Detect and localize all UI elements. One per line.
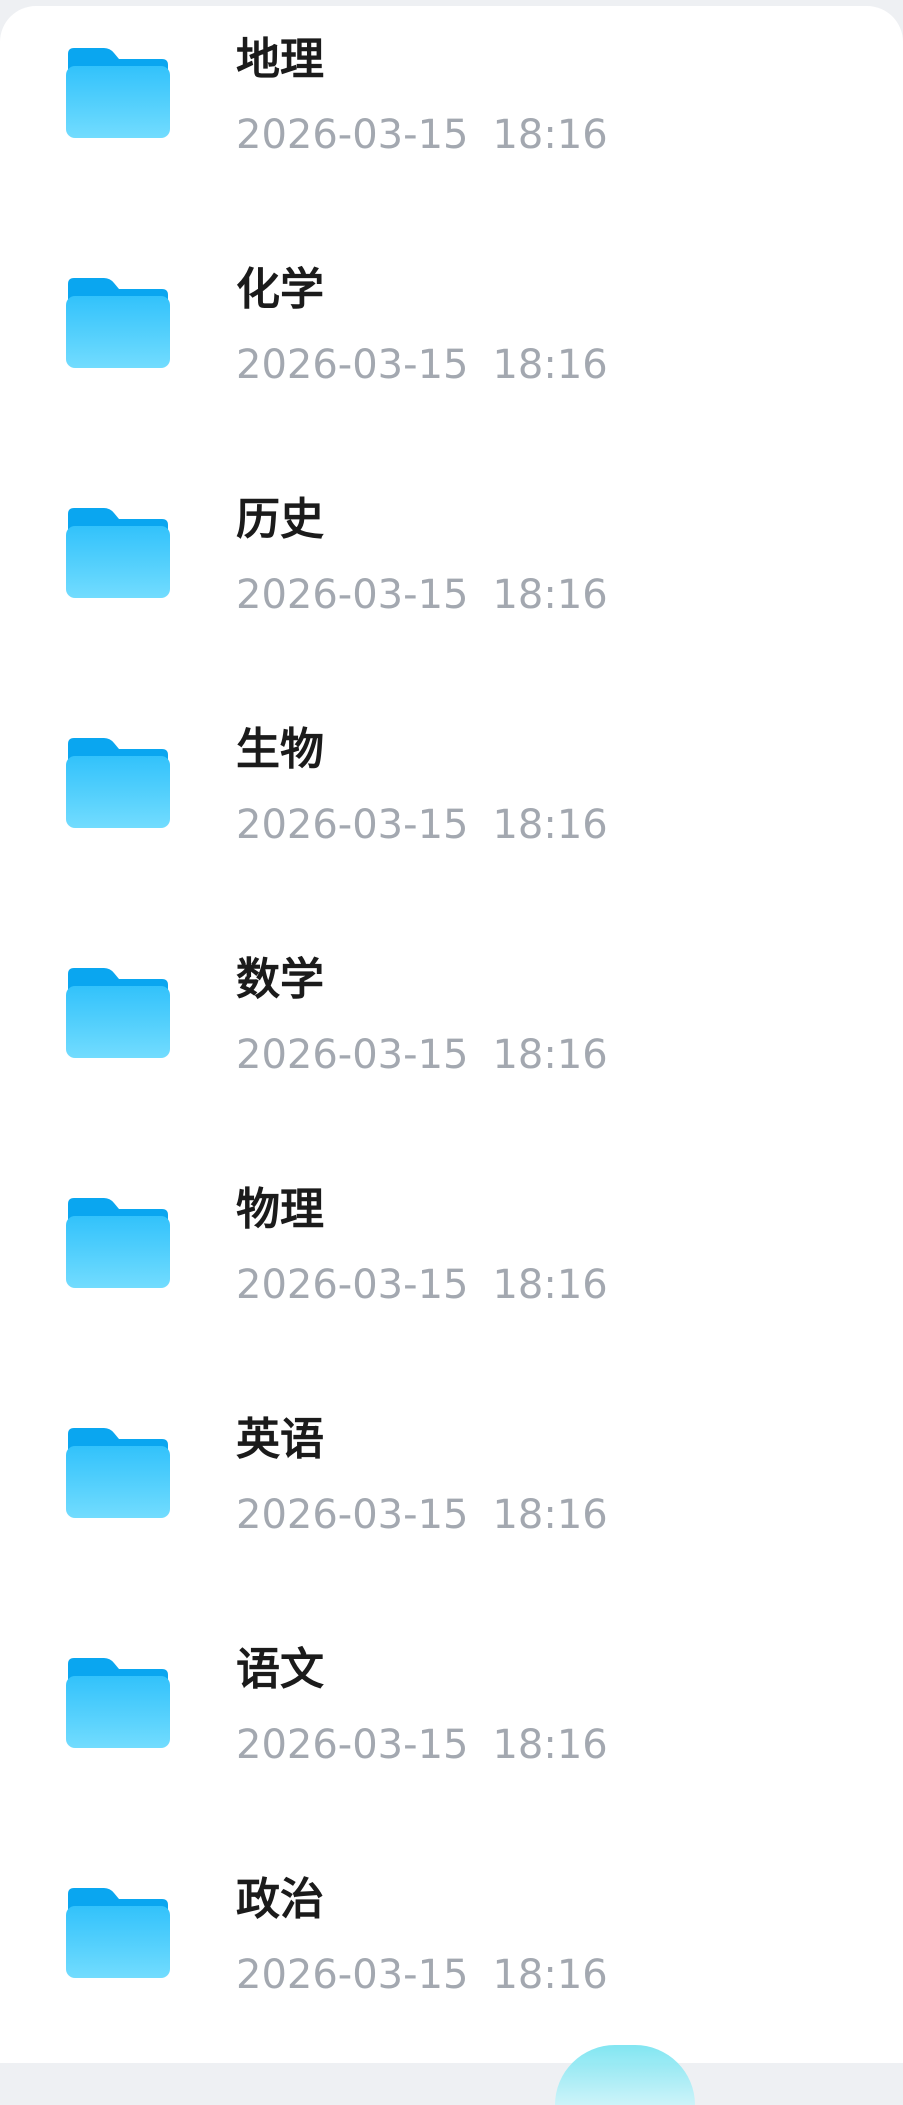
folder-time: 18:16 xyxy=(492,342,608,388)
folder-icon xyxy=(66,1654,170,1748)
folder-date: 2026-03-15 xyxy=(236,342,469,388)
folder-time: 18:16 xyxy=(492,112,608,158)
folder-icon xyxy=(66,734,170,828)
folder-name: 化学 xyxy=(236,264,324,315)
folder-row[interactable]: 化学 2026-03-15 18:16 xyxy=(0,236,903,466)
file-list-card: 地理 2026-03-15 18:16 化学 2026-03-15 18:16 历史 xyxy=(0,6,903,2063)
folder-time: 18:16 xyxy=(492,1492,608,1538)
folder-name: 地理 xyxy=(236,34,324,85)
folder-date: 2026-03-15 xyxy=(236,1032,469,1078)
folder-modified-time: 2026-03-15 18:16 xyxy=(236,110,608,160)
folder-icon xyxy=(66,1884,170,1978)
folder-modified-time: 2026-03-15 18:16 xyxy=(236,1490,608,1540)
folder-date: 2026-03-15 xyxy=(236,112,469,158)
folder-modified-time: 2026-03-15 18:16 xyxy=(236,1260,608,1310)
folder-modified-time: 2026-03-15 18:16 xyxy=(236,1950,608,2000)
folder-row[interactable]: 数学 2026-03-15 18:16 xyxy=(0,926,903,1156)
folder-row[interactable]: 语文 2026-03-15 18:16 xyxy=(0,1616,903,1846)
folder-icon xyxy=(66,1424,170,1518)
folder-date: 2026-03-15 xyxy=(236,1492,469,1538)
folder-name: 英语 xyxy=(236,1414,324,1465)
folder-icon xyxy=(66,1194,170,1288)
folder-icon xyxy=(66,964,170,1058)
folder-row[interactable]: 生物 2026-03-15 18:16 xyxy=(0,696,903,926)
folder-row[interactable]: 英语 2026-03-15 18:16 xyxy=(0,1386,903,1616)
folder-icon xyxy=(66,274,170,368)
folder-time: 18:16 xyxy=(492,1032,608,1078)
folder-date: 2026-03-15 xyxy=(236,802,469,848)
folder-icon xyxy=(66,44,170,138)
folder-modified-time: 2026-03-15 18:16 xyxy=(236,340,608,390)
folder-modified-time: 2026-03-15 18:16 xyxy=(236,1030,608,1080)
folder-time: 18:16 xyxy=(492,572,608,618)
folder-date: 2026-03-15 xyxy=(236,1262,469,1308)
folder-modified-time: 2026-03-15 18:16 xyxy=(236,570,608,620)
folder-time: 18:16 xyxy=(492,1722,608,1768)
folder-row[interactable]: 地理 2026-03-15 18:16 xyxy=(0,6,903,236)
folder-row[interactable]: 政治 2026-03-15 18:16 xyxy=(0,1846,903,2063)
folder-name: 数学 xyxy=(236,954,324,1005)
folder-name: 历史 xyxy=(236,494,324,545)
folder-row[interactable]: 物理 2026-03-15 18:16 xyxy=(0,1156,903,1386)
folder-icon xyxy=(66,504,170,598)
folder-row[interactable]: 历史 2026-03-15 18:16 xyxy=(0,466,903,696)
folder-time: 18:16 xyxy=(492,802,608,848)
folder-name: 语文 xyxy=(236,1644,324,1695)
folder-modified-time: 2026-03-15 18:16 xyxy=(236,1720,608,1770)
folder-date: 2026-03-15 xyxy=(236,1952,469,1998)
folder-modified-time: 2026-03-15 18:16 xyxy=(236,800,608,850)
folder-date: 2026-03-15 xyxy=(236,572,469,618)
folder-name: 物理 xyxy=(236,1184,324,1235)
folder-name: 政治 xyxy=(236,1874,324,1925)
folder-name: 生物 xyxy=(236,724,324,775)
folder-time: 18:16 xyxy=(492,1262,608,1308)
folder-time: 18:16 xyxy=(492,1952,608,1998)
folder-date: 2026-03-15 xyxy=(236,1722,469,1768)
